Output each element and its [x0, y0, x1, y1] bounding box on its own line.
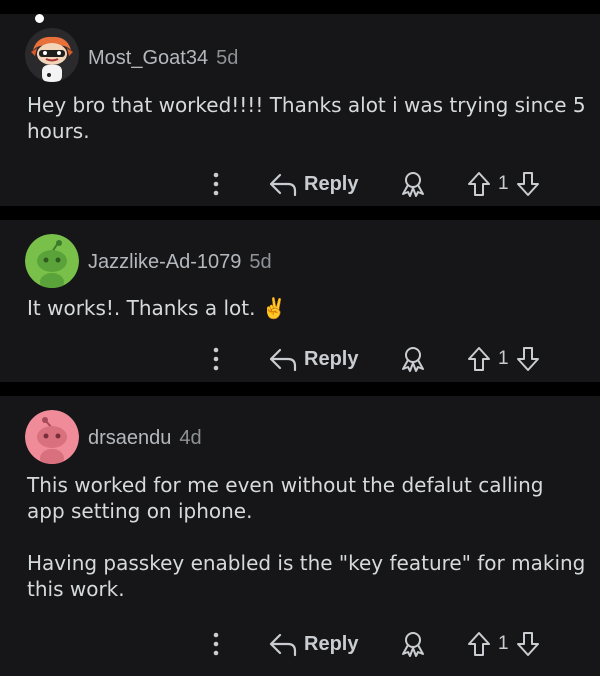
comment-author: Most_Goat34 5d	[88, 47, 238, 70]
comment-paragraph: It works!. Thanks a lot. ✌️	[27, 296, 287, 320]
upvote-icon[interactable]	[466, 170, 492, 198]
upvote-icon[interactable]	[466, 630, 492, 658]
reply-arrow-icon	[269, 348, 297, 372]
reply-label: Reply	[304, 347, 359, 370]
author-name[interactable]: Most_Goat34	[88, 47, 208, 69]
comment-paragraph: Having passkey enabled is the "key featu…	[27, 551, 586, 601]
more-options-button[interactable]	[205, 169, 227, 199]
vote-controls: 1	[466, 167, 541, 201]
more-vertical-icon	[213, 172, 219, 196]
downvote-icon[interactable]	[515, 630, 541, 658]
upvote-icon[interactable]	[466, 345, 492, 373]
award-button[interactable]	[398, 629, 428, 659]
user-avatar[interactable]	[25, 410, 79, 464]
comment-paragraph: This worked for me even without the defa…	[27, 473, 544, 523]
comment-card: Most_Goat34 5d Hey bro that worked!!!! Th…	[0, 14, 600, 206]
comment-actions: Reply 1	[0, 623, 600, 663]
downvote-icon[interactable]	[515, 170, 541, 198]
comment-card: drsaendu 4d This worked for me even witho…	[0, 396, 600, 676]
author-name[interactable]: Jazzlike-Ad-1079	[88, 251, 241, 273]
comment-card: Jazzlike-Ad-1079 5d It works!. Thanks a l…	[0, 220, 600, 382]
reply-label: Reply	[304, 172, 359, 195]
comment-body: Hey bro that worked!!!! Thanks alot i wa…	[27, 92, 587, 144]
award-button[interactable]	[398, 344, 428, 374]
reply-arrow-icon	[269, 633, 297, 657]
vote-count: 1	[498, 633, 509, 654]
reply-button[interactable]: Reply	[268, 627, 358, 661]
comment-paragraph: Hey bro that worked!!!! Thanks alot i wa…	[27, 93, 586, 143]
award-icon	[402, 347, 424, 372]
comment-author: drsaendu 4d	[88, 427, 202, 450]
vote-controls: 1	[466, 627, 541, 661]
more-vertical-icon	[213, 632, 219, 656]
green-snoo-avatar-icon	[25, 234, 79, 288]
comment-body: This worked for me even without the defa…	[27, 472, 587, 602]
user-avatar[interactable]	[25, 28, 79, 82]
award-icon	[402, 632, 424, 657]
reply-button[interactable]: Reply	[268, 167, 358, 201]
comment-age: 5d	[216, 47, 239, 69]
pink-snoo-avatar-icon	[25, 410, 79, 464]
downvote-icon[interactable]	[515, 345, 541, 373]
award-button[interactable]	[398, 169, 428, 199]
more-options-button[interactable]	[205, 629, 227, 659]
more-options-button[interactable]	[205, 344, 227, 374]
reply-arrow-icon	[269, 173, 297, 197]
comment-age: 5d	[249, 251, 272, 273]
author-name[interactable]: drsaendu	[88, 427, 171, 449]
goat-snoo-avatar-icon	[25, 28, 79, 82]
reply-button[interactable]: Reply	[268, 342, 358, 376]
reply-label: Reply	[304, 632, 359, 655]
comment-age: 4d	[179, 427, 202, 449]
vote-count: 1	[498, 173, 509, 194]
comment-actions: Reply 1	[0, 163, 600, 203]
more-vertical-icon	[213, 347, 219, 371]
vote-count: 1	[498, 348, 509, 369]
comment-body: It works!. Thanks a lot. ✌️	[27, 295, 587, 321]
user-avatar[interactable]	[25, 234, 79, 288]
award-icon	[402, 172, 424, 197]
vote-controls: 1	[466, 342, 541, 376]
notification-dot	[35, 14, 44, 23]
comment-actions: Reply 1	[0, 338, 600, 378]
comment-author: Jazzlike-Ad-1079 5d	[88, 251, 272, 274]
